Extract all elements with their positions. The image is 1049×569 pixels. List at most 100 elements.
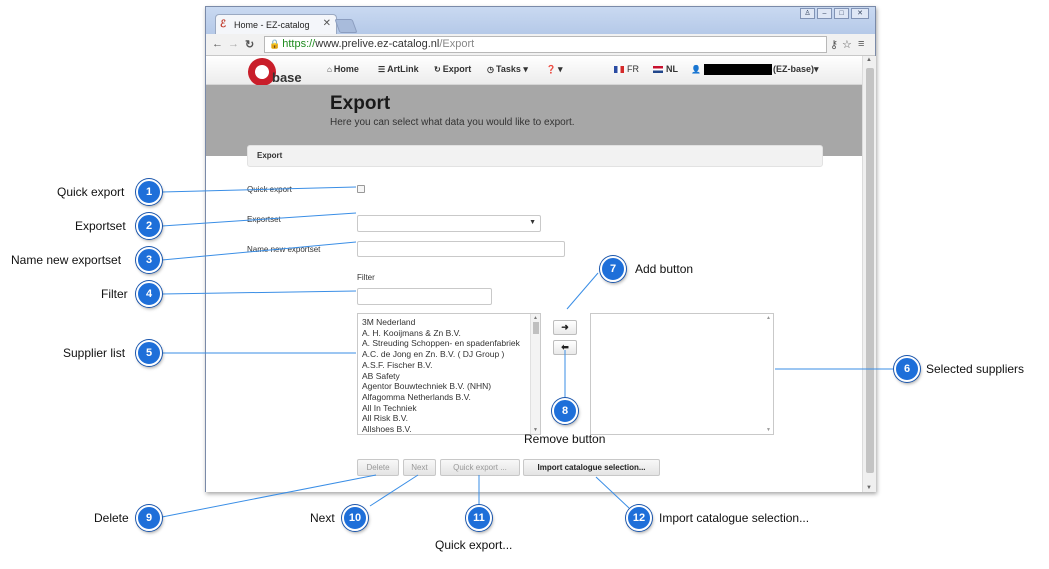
add-button[interactable]: ➜ xyxy=(553,320,577,335)
home-icon: ⌂ xyxy=(327,65,332,74)
supplier-list-item[interactable]: A.S.F. Fischer B.V. xyxy=(362,360,540,371)
remove-button[interactable]: ⬅ xyxy=(553,340,577,355)
tab-close-icon[interactable]: ✕ xyxy=(323,18,331,29)
quick-export-label: Quick export xyxy=(247,185,292,194)
nav-home-label: Home xyxy=(333,64,359,74)
annotation-label-3: Name new exportset xyxy=(11,253,122,267)
page-scrollbar[interactable]: ▲ ▼ xyxy=(862,56,876,492)
supplier-list-item[interactable]: Alfagomma Netherlands B.V. xyxy=(362,392,540,403)
annotation-label-12: Import catalogue selection... xyxy=(659,511,810,525)
browser-tab[interactable]: ℰ Home - EZ-catalog ✕ xyxy=(215,14,337,34)
page-subtitle: Here you can select what data you would … xyxy=(330,117,575,128)
nav-help[interactable]: ❓ ▾ xyxy=(546,64,563,75)
key-icon[interactable]: ⚷ xyxy=(830,38,838,51)
quick-export-button[interactable]: Quick export ... xyxy=(440,459,520,476)
lang-fr[interactable]: FR xyxy=(614,64,639,74)
annotation-label-9: Delete xyxy=(94,511,129,525)
page-scroll-thumb[interactable] xyxy=(866,68,874,473)
panel-header: Export xyxy=(247,145,823,167)
next-button[interactable]: Next xyxy=(403,459,436,476)
url-scheme: https:// xyxy=(282,38,316,50)
help-icon: ❓ xyxy=(546,65,556,74)
nav-tasks-label: Tasks xyxy=(495,64,521,74)
supplier-list-item[interactable]: A. Streuding Schoppen- en spadenfabriek xyxy=(362,338,540,349)
exportset-select[interactable]: ▼ xyxy=(357,215,541,232)
redacted-username xyxy=(703,64,772,76)
nav-export-label: Export xyxy=(442,64,472,74)
back-icon[interactable]: ← xyxy=(212,38,223,50)
help-screenshot: ℰ Home - EZ-catalog ✕ ♙ – □ ✕ ← → ↻ 🔒 htt… xyxy=(0,0,1049,569)
page-title: Export xyxy=(330,93,391,114)
page-viewport: base ⌂ Home ☰ ArtLink ↻ Export ◷ Tasks ▾ ❓ ▾ … xyxy=(206,56,862,492)
supplier-list-item[interactable]: 3M Nederland xyxy=(362,317,540,328)
close-window-icon[interactable]: ✕ xyxy=(851,8,869,19)
chevron-down-icon: ▼ xyxy=(529,219,536,226)
url-host: www.prelive.ez-catalog.nl xyxy=(315,38,440,50)
flag-nl-icon xyxy=(653,66,663,74)
list-icon: ☰ xyxy=(378,65,386,74)
annotation-label-8: Remove button xyxy=(524,432,606,446)
scroll-up-icon[interactable]: ▲ xyxy=(866,57,872,63)
user-suffix: (EZ-base) xyxy=(772,64,814,74)
address-bar[interactable]: 🔒 https://www.prelive.ez-catalog.nl/Expor… xyxy=(264,36,827,53)
app-navbar: base ⌂ Home ☰ ArtLink ↻ Export ◷ Tasks ▾ ❓ ▾ … xyxy=(206,56,862,90)
supplier-list-item[interactable]: Agentor Bouwtechniek B.V. (NHN) xyxy=(362,381,540,392)
bookmark-star-icon[interactable]: ☆ xyxy=(842,38,852,51)
maximize-icon[interactable]: □ xyxy=(834,8,849,19)
lang-nl-label: NL xyxy=(666,64,678,74)
annotation-badge-12: 12 xyxy=(626,505,652,531)
delete-button[interactable]: Delete xyxy=(357,459,399,476)
annotation-badge-8: 8 xyxy=(552,398,578,424)
minimize-icon[interactable]: – xyxy=(817,8,832,19)
supplier-list[interactable]: 3M Nederland A. H. Kooijmans & Zn B.V. A. … xyxy=(357,313,541,435)
refresh-icon: ↻ xyxy=(434,65,441,74)
user-icon[interactable]: ♙ xyxy=(800,8,815,19)
name-new-exportset-input[interactable] xyxy=(357,241,565,257)
lang-fr-label: FR xyxy=(627,64,639,74)
menu-icon[interactable]: ≡ xyxy=(858,38,864,50)
supplier-list-item[interactable]: A. H. Kooijmans & Zn B.V. xyxy=(362,328,540,339)
annotation-badge-10: 10 xyxy=(342,505,368,531)
supplier-list-item[interactable]: All Risk B.V. xyxy=(362,413,540,424)
nav-export[interactable]: ↻ Export xyxy=(434,64,471,74)
annotation-label-11: Quick export... xyxy=(435,538,513,552)
supplier-list-scrollbar[interactable]: ▲ ▼ xyxy=(530,314,540,434)
filter-label: Filter xyxy=(357,273,375,282)
scroll-thumb[interactable] xyxy=(533,322,539,334)
nav-artlink[interactable]: ☰ ArtLink xyxy=(378,64,419,74)
exportset-label: Exportset xyxy=(247,215,281,224)
nav-tasks[interactable]: ◷ Tasks ▾ xyxy=(487,64,528,75)
window-controls: ♙ – □ ✕ xyxy=(800,8,869,19)
quick-export-checkbox[interactable] xyxy=(357,185,365,193)
nav-home[interactable]: ⌂ Home xyxy=(327,64,359,74)
selected-suppliers-list[interactable]: ▲ ▼ xyxy=(590,313,774,435)
scroll-up-icon[interactable]: ▲ xyxy=(766,315,771,321)
scroll-down-icon[interactable]: ▼ xyxy=(766,427,771,433)
import-catalogue-selection-button[interactable]: Import catalogue selection... xyxy=(523,459,660,476)
supplier-list-item[interactable]: All In Techniek xyxy=(362,403,540,414)
annotation-badge-11: 11 xyxy=(466,505,492,531)
forward-icon[interactable]: → xyxy=(228,38,239,50)
tab-title: Home - EZ-catalog xyxy=(234,19,310,30)
supplier-list-item[interactable]: AB Safety xyxy=(362,371,540,382)
browser-window: ℰ Home - EZ-catalog ✕ ♙ – □ ✕ ← → ↻ 🔒 htt… xyxy=(205,6,876,492)
lang-nl[interactable]: NL xyxy=(653,64,678,74)
annotation-badge-6: 6 xyxy=(894,356,920,382)
supplier-list-item[interactable]: Allshoes B.V. xyxy=(362,424,540,434)
reload-icon[interactable]: ↻ xyxy=(245,38,254,51)
flag-fr-icon xyxy=(614,66,624,74)
annotation-badge-7: 7 xyxy=(600,256,626,282)
annotation-label-6: Selected suppliers xyxy=(926,362,1025,376)
clock-icon: ◷ xyxy=(487,65,494,74)
new-tab-button[interactable] xyxy=(334,19,358,33)
scroll-down-icon[interactable]: ▼ xyxy=(866,485,872,491)
browser-toolbar: ← → ↻ 🔒 https://www.prelive.ez-catalog.nl… xyxy=(206,34,875,56)
annotation-badge-2: 2 xyxy=(136,213,162,239)
supplier-list-item[interactable]: A.C. de Jong en Zn. B.V. ( DJ Group ) xyxy=(362,349,540,360)
user-menu[interactable]: 👤 (EZ-base)▾ xyxy=(691,64,819,76)
filter-input[interactable] xyxy=(357,288,492,305)
scroll-up-icon[interactable]: ▲ xyxy=(533,315,538,321)
annotation-label-1: Quick export xyxy=(57,185,125,199)
annotation-label-4: Filter xyxy=(101,287,128,301)
annotation-badge-9: 9 xyxy=(136,505,162,531)
